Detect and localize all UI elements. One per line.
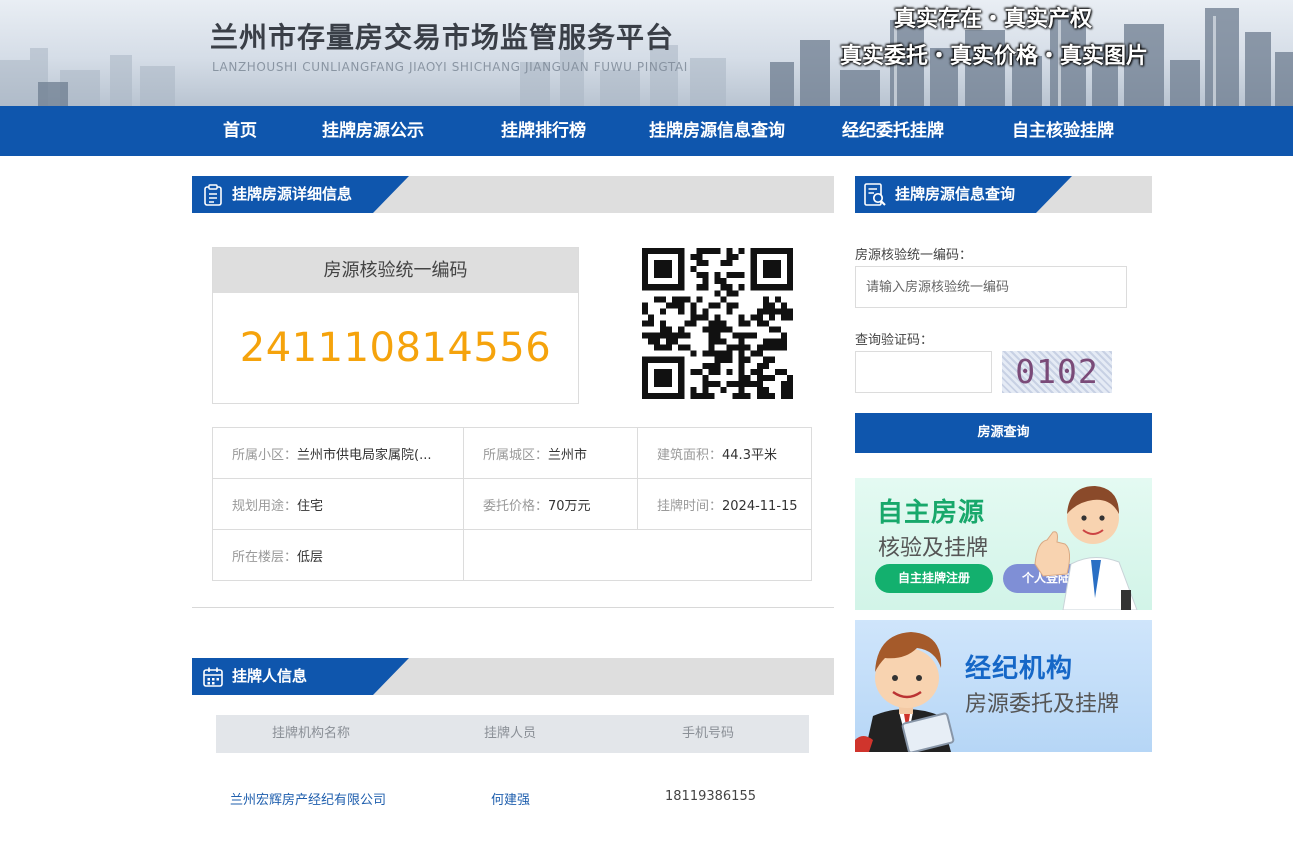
- info-cell-district: 所属城区：兰州市: [463, 427, 638, 479]
- captcha-image[interactable]: 0102: [1002, 351, 1112, 393]
- document-search-icon: [863, 182, 888, 207]
- verification-code-input[interactable]: [855, 266, 1127, 308]
- info-cell-price: 委托价格：70万元: [463, 478, 638, 530]
- slogan-line-2: 真实委托・真实价格・真实图片: [840, 43, 1149, 69]
- site-title-pinyin: LANZHOUSHI CUNLIANGFANG JIAOYI SHICHANG …: [212, 60, 688, 74]
- calendar-icon: [202, 666, 224, 688]
- lister-agency-link[interactable]: 兰州宏辉房产经纪有限公司: [230, 789, 386, 808]
- lister-section-title: 挂牌人信息: [232, 667, 308, 685]
- site-title: 兰州市存量房交易市场监管服务平台: [210, 21, 675, 54]
- lister-section-header: 挂牌人信息: [192, 658, 834, 695]
- property-info-table: 所属小区：兰州市供电局家属院(... 所属城区：兰州市 建筑面积：44.3平米 …: [212, 427, 812, 581]
- promo2-subtitle: 房源委托及挂牌: [965, 692, 1120, 717]
- promo1-subtitle: 核验及挂牌: [878, 536, 989, 561]
- cartoon-agent-tablet-icon: [855, 632, 955, 752]
- column-header-person: 挂牌人员: [484, 726, 537, 741]
- query-section-title: 挂牌房源信息查询: [895, 185, 1016, 203]
- cartoon-man-thumbs-up-icon: [1034, 486, 1138, 610]
- verification-code-label: 房源核验统一编码: [213, 248, 578, 293]
- promo2-title: 经纪机构: [965, 654, 1074, 684]
- column-header-agency: 挂牌机构名称: [272, 726, 351, 741]
- detail-section-title: 挂牌房源详细信息: [232, 185, 353, 203]
- column-header-phone: 手机号码: [682, 726, 735, 741]
- info-row: 所属小区：兰州市供电局家属院(... 所属城区：兰州市 建筑面积：44.3平米: [212, 427, 812, 479]
- nav-home[interactable]: 首页: [223, 106, 257, 156]
- agency-listing-promo-banner[interactable]: 经纪机构 房源委托及挂牌: [855, 620, 1152, 752]
- query-section-header: 挂牌房源信息查询: [855, 176, 1152, 213]
- code-field-label: 房源核验统一编码：: [855, 248, 973, 263]
- info-row: 规划用途：住宅 委托价格：70万元 挂牌时间：2024-11-15: [212, 478, 812, 530]
- main-nav: 首页 挂牌房源公示 挂牌排行榜 挂牌房源信息查询 经纪委托挂牌 自主核验挂牌: [0, 106, 1293, 156]
- nav-listing-ranking[interactable]: 挂牌排行榜: [501, 106, 586, 156]
- info-cell-floor: 所在楼层：低层: [212, 529, 464, 581]
- nav-listing-query[interactable]: 挂牌房源信息查询: [649, 106, 785, 156]
- captcha-input[interactable]: [855, 351, 992, 393]
- qr-code-icon: [642, 248, 793, 399]
- header-banner: 兰州市存量房交易市场监管服务平台 LANZHOUSHI CUNLIANGFANG…: [0, 0, 1293, 106]
- info-cell-community: 所属小区：兰州市供电局家属院(...: [212, 427, 464, 479]
- lister-phone: 18119386155: [665, 789, 756, 804]
- info-row: 所在楼层：低层: [212, 529, 812, 581]
- detail-section-tab: 挂牌房源详细信息: [192, 176, 409, 213]
- promo1-title: 自主房源: [877, 498, 986, 528]
- info-cell-usage: 规划用途：住宅: [212, 478, 464, 530]
- query-button[interactable]: 房源查询: [855, 413, 1152, 453]
- verification-code-box: 房源核验统一编码 241110814556: [212, 247, 579, 404]
- detail-section-header: 挂牌房源详细信息: [192, 176, 834, 213]
- self-listing-register-button[interactable]: 自主挂牌注册: [875, 564, 993, 593]
- section-divider: [192, 607, 834, 608]
- self-listing-promo-banner[interactable]: 自主房源 核验及挂牌 自主挂牌注册 个人登陆: [855, 478, 1152, 610]
- captcha-label: 查询验证码：: [855, 333, 934, 348]
- slogan-line-1: 真实存在・真实产权: [894, 6, 1093, 32]
- nav-self-verify-listing[interactable]: 自主核验挂牌: [1012, 106, 1114, 156]
- info-cell-area: 建筑面积：44.3平米: [637, 427, 812, 479]
- verification-code-value: 241110814556: [239, 325, 552, 371]
- lister-section-tab: 挂牌人信息: [192, 658, 409, 695]
- info-cell-empty: [463, 529, 812, 581]
- lister-person-link[interactable]: 何建强: [491, 789, 530, 808]
- nav-listing-publicity[interactable]: 挂牌房源公示: [322, 106, 424, 156]
- info-cell-listing-time: 挂牌时间：2024-11-15: [637, 478, 812, 530]
- lister-table-header: 挂牌机构名称 挂牌人员 手机号码: [216, 715, 809, 753]
- query-section-tab: 挂牌房源信息查询: [855, 176, 1072, 213]
- clipboard-icon: [202, 184, 224, 206]
- nav-agent-listing[interactable]: 经纪委托挂牌: [842, 106, 944, 156]
